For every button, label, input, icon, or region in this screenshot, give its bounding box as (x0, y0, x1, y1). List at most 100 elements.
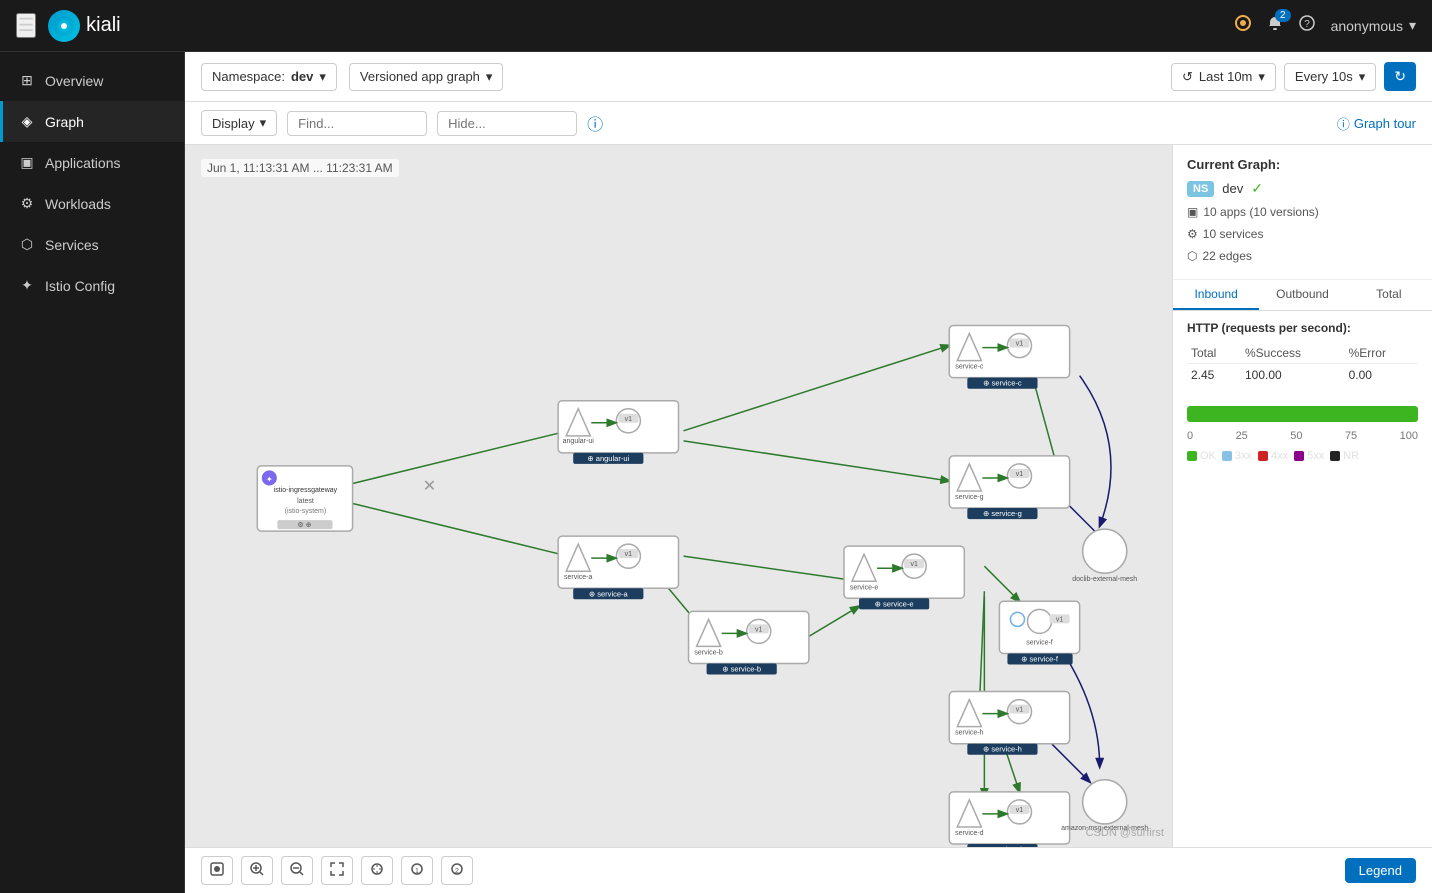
refresh-interval-selector[interactable]: Every 10s ▾ (1284, 63, 1376, 91)
svg-text:⊕ service-a: ⊕ service-a (589, 589, 629, 598)
svg-text:service-f: service-f (1026, 639, 1053, 646)
refresh-button[interactable]: ↻ (1384, 62, 1416, 91)
svg-text:service-e: service-e (850, 584, 879, 591)
sidebar-item-label: Services (45, 237, 99, 253)
status-icon-button[interactable] (1235, 15, 1251, 36)
progress-section: 0 25 50 75 100 OK 3xx (1173, 396, 1432, 472)
bottom-toolbar: 1 2 Legend (185, 847, 1432, 893)
svg-text:service-a: service-a (564, 574, 593, 581)
istio-config-icon: ✦ (19, 277, 35, 294)
tab-total[interactable]: Total (1346, 280, 1432, 310)
zoom-in-button[interactable] (241, 856, 273, 885)
time-range-selector[interactable]: ↺ Last 10m ▾ (1171, 63, 1276, 91)
5xx-label: 5xx (1307, 450, 1324, 462)
stats-table: Total %Success %Error 2.45 100.00 0.00 (1187, 343, 1418, 386)
hide-input[interactable] (437, 111, 577, 136)
graph-type-selector[interactable]: Versioned app graph ▾ (349, 63, 504, 91)
fit-graph-button[interactable] (201, 856, 233, 885)
namespace-label: Namespace: (212, 69, 285, 84)
svg-text:✕: ✕ (423, 477, 436, 495)
legend-ok: OK (1187, 450, 1216, 462)
toolbar-right: ↺ Last 10m ▾ Every 10s ▾ ↻ (1171, 62, 1416, 91)
notification-badge: 2 (1275, 9, 1291, 22)
zoom-out-button[interactable] (281, 856, 313, 885)
svg-text:angular-ui: angular-ui (563, 438, 595, 445)
svg-text:service-c: service-c (955, 364, 984, 371)
refresh-icon: ↻ (1394, 68, 1406, 84)
secondary-toolbar: Display ▾ ⓘ ⓘ Graph tour (185, 102, 1432, 145)
graph-icon: ◈ (19, 113, 35, 130)
help-button[interactable]: ? (1299, 15, 1315, 36)
user-chevron-icon: ▾ (1409, 17, 1416, 34)
sidebar-item-applications[interactable]: ▣ Applications (0, 142, 184, 183)
svg-text:(istio-system): (istio-system) (285, 508, 327, 515)
overview-icon: ⊞ (19, 72, 35, 89)
progress-bar (1187, 406, 1418, 422)
graph-area[interactable]: Jun 1, 11:13:31 AM ... 11:23:31 AM (185, 145, 1172, 847)
namespace-selector[interactable]: Namespace: dev ▾ (201, 63, 337, 91)
main-layout: ⊞ Overview ◈ Graph ▣ Applications ⚙ Work… (0, 52, 1432, 893)
svg-text:⊕ service-b: ⊕ service-b (722, 665, 761, 674)
user-menu-button[interactable]: anonymous ▾ (1331, 17, 1416, 34)
svg-text:⊕ service-f: ⊕ service-f (1021, 654, 1059, 663)
refresh-interval-value: Every 10s (1295, 69, 1353, 84)
inbound-outbound-tabs: Inbound Outbound Total (1173, 280, 1432, 311)
svg-text:service-g: service-g (955, 494, 984, 501)
svg-text:⚙ ⊕: ⚙ ⊕ (297, 521, 311, 529)
sidebar-item-istio-config[interactable]: ✦ Istio Config (0, 265, 184, 306)
svg-text:1: 1 (415, 868, 419, 875)
progress-bar-fill (1187, 406, 1418, 422)
legend-button[interactable]: Legend (1345, 858, 1416, 883)
kiali-logo: kiali (48, 10, 120, 42)
svg-text:latest: latest (297, 498, 314, 505)
col-error: %Error (1345, 343, 1418, 364)
legend-items: OK 3xx 4xx 5xx (1187, 450, 1418, 462)
svg-text:service-b: service-b (694, 649, 723, 656)
display-button[interactable]: Display ▾ (201, 110, 277, 136)
graph-svg: ✦ istio-ingressgateway latest (istio-sys… (185, 145, 1172, 847)
3xx-dot (1222, 451, 1232, 461)
sidebar-item-graph[interactable]: ◈ Graph (0, 101, 184, 142)
expand-button[interactable] (321, 856, 353, 885)
tab-outbound[interactable]: Outbound (1259, 280, 1345, 310)
history-icon: ↺ (1182, 69, 1193, 85)
refresh-chevron-icon: ▾ (1359, 69, 1366, 85)
legend-nr: NR (1330, 450, 1359, 462)
svg-text:service-d: service-d (955, 830, 984, 837)
label-100: 100 (1400, 430, 1418, 442)
tab-inbound[interactable]: Inbound (1173, 280, 1259, 310)
sidebar-item-services[interactable]: ⬡ Services (0, 224, 184, 265)
display-label: Display (212, 116, 255, 131)
nav-left: ☰ kiali (16, 10, 121, 42)
edges-icon: ⬡ (1187, 249, 1197, 263)
nav-right: 2 ? anonymous ▾ (1235, 15, 1416, 36)
http-stats-section: HTTP (requests per second): Total %Succe… (1173, 311, 1432, 396)
svg-text:v1: v1 (910, 561, 918, 568)
graph-tour-link[interactable]: ⓘ Graph tour (1337, 114, 1416, 133)
graph-timestamp: Jun 1, 11:13:31 AM ... 11:23:31 AM (201, 159, 399, 177)
node-labels-2-button[interactable]: 2 (441, 856, 473, 885)
4xx-dot (1258, 451, 1268, 461)
find-input[interactable] (287, 111, 427, 136)
col-total: Total (1187, 343, 1241, 364)
svg-text:v1: v1 (1056, 616, 1064, 623)
sidebar-item-workloads[interactable]: ⚙ Workloads (0, 183, 184, 224)
label-75: 75 (1345, 430, 1357, 442)
legend-4xx: 4xx (1258, 450, 1288, 462)
info-icon[interactable]: ⓘ (587, 111, 603, 135)
hamburger-button[interactable]: ☰ (16, 13, 36, 38)
top-toolbar: Namespace: dev ▾ Versioned app graph ▾ ↺… (185, 52, 1432, 102)
progress-labels: 0 25 50 75 100 (1187, 430, 1418, 442)
logo-text: kiali (86, 14, 120, 37)
svg-text:v1: v1 (1016, 707, 1024, 714)
notifications-button[interactable]: 2 (1267, 15, 1283, 36)
node-labels-1-button[interactable]: 1 (401, 856, 433, 885)
time-range-value: Last 10m (1199, 69, 1252, 84)
namespace-badge: NS (1187, 181, 1214, 197)
sidebar-item-overview[interactable]: ⊞ Overview (0, 60, 184, 101)
svg-text:⊕ service-h: ⊕ service-h (983, 745, 1022, 754)
node-labels-button[interactable] (361, 856, 393, 885)
svg-text:service-h: service-h (955, 730, 984, 737)
svg-text:⊕ service-e: ⊕ service-e (875, 599, 914, 608)
applications-icon: ▣ (19, 154, 35, 171)
